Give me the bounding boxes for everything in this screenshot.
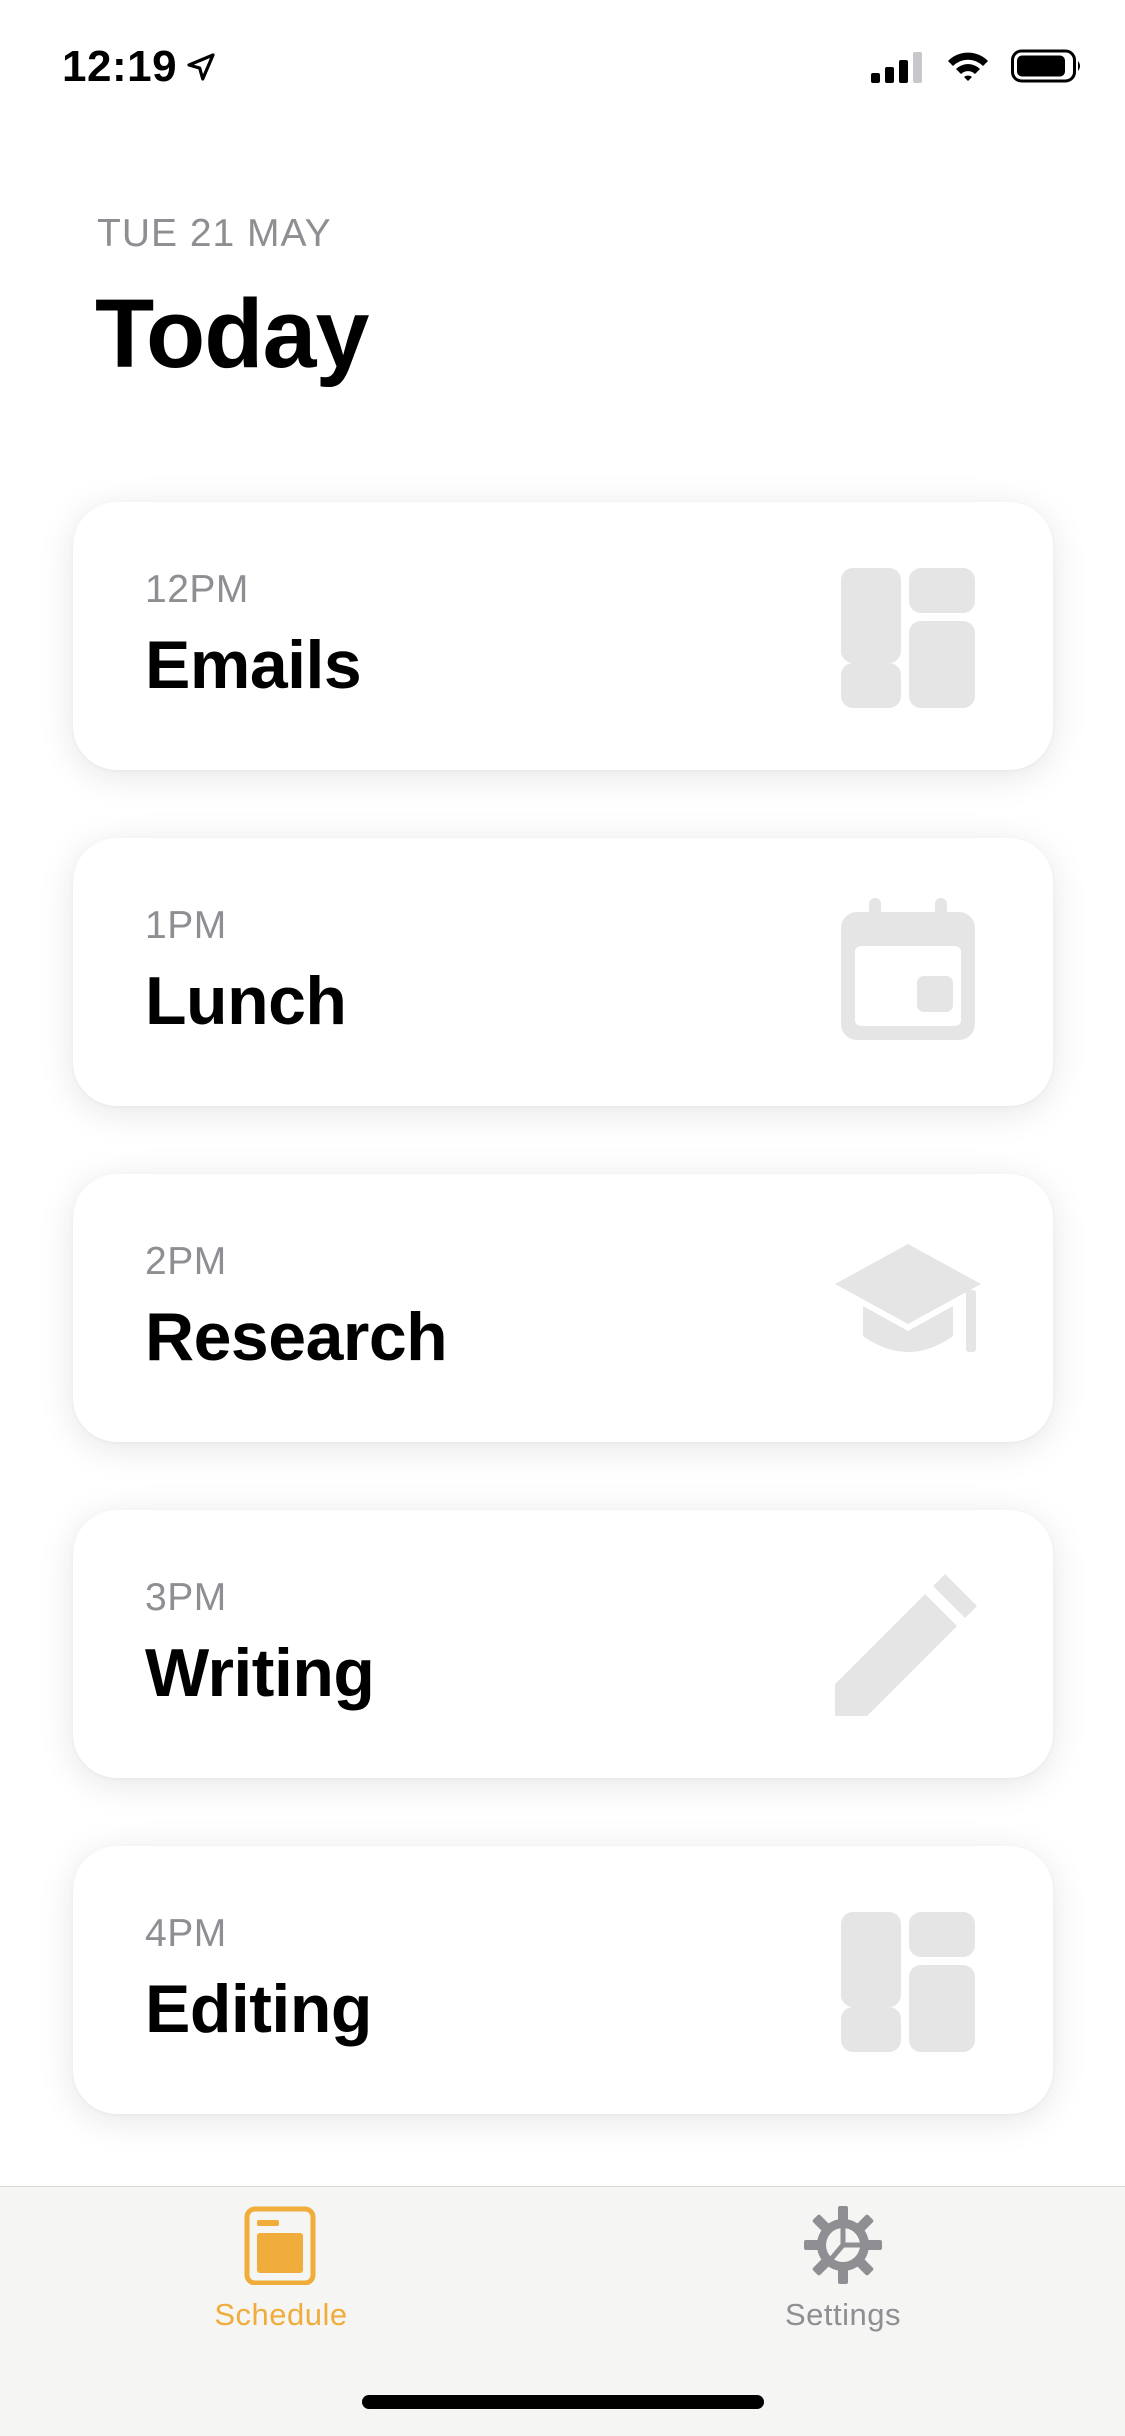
pencil-icon (833, 1568, 983, 1718)
wifi-icon (948, 52, 988, 81)
status-bar: 12:19 (0, 0, 1125, 135)
dashboard-icon (833, 1904, 983, 2054)
home-indicator[interactable] (362, 2395, 764, 2409)
schedule-icon (244, 2206, 316, 2285)
gear-icon (804, 2206, 882, 2284)
battery-icon (1011, 49, 1080, 83)
card-title: Emails (145, 627, 362, 703)
tab-settings-label: Settings (784, 2297, 901, 2332)
location-arrow-icon (187, 53, 215, 81)
cellular-signal-icon (871, 52, 922, 83)
clock-text: 12:19 (62, 42, 178, 91)
card-title: Editing (145, 1971, 372, 2047)
date-label: TUE 21 MAY (97, 212, 332, 255)
dashboard-icon (833, 560, 983, 710)
page-title: Today (95, 279, 369, 388)
card-title: Research (145, 1299, 448, 1375)
schedule-card[interactable]: 3PM Writing (73, 1510, 1053, 1778)
card-title: Lunch (145, 963, 347, 1039)
schedule-card[interactable]: 12PM Emails (73, 502, 1053, 770)
status-time: 12:19 (62, 42, 217, 92)
schedule-card[interactable]: 4PM Editing (73, 1846, 1053, 2114)
graduation-cap-icon (833, 1232, 983, 1382)
card-time: 4PM (145, 1912, 227, 1955)
tab-settings[interactable]: Settings (713, 2205, 973, 2355)
tab-schedule[interactable]: Schedule (151, 2205, 411, 2355)
app-screen: 12:19 TUE 21 MAY Today 12PM Emails 1PM L… (0, 0, 1125, 2436)
calendar-icon (833, 896, 983, 1046)
card-title: Writing (145, 1635, 375, 1711)
card-time: 1PM (145, 904, 227, 947)
card-time: 3PM (145, 1576, 227, 1619)
tab-schedule-label: Schedule (214, 2297, 348, 2332)
card-time: 2PM (145, 1240, 227, 1283)
schedule-card[interactable]: 2PM Research (73, 1174, 1053, 1442)
status-indicators (871, 48, 1083, 84)
schedule-card[interactable]: 1PM Lunch (73, 838, 1053, 1106)
card-time: 12PM (145, 568, 249, 611)
